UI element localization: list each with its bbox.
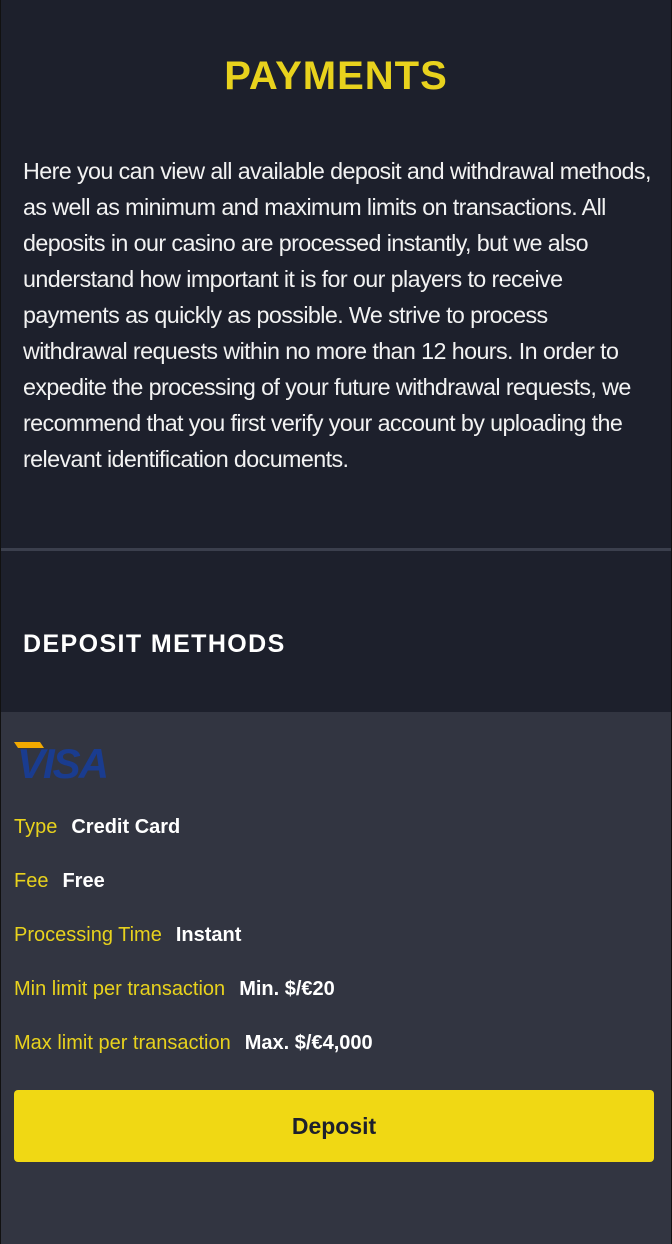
detail-label: Fee: [14, 870, 49, 892]
visa-logo: VISA: [14, 740, 109, 780]
deposit-methods-heading: DEPOSIT METHODS: [23, 630, 286, 658]
payments-page: PAYMENTS Here you can view all available…: [0, 0, 672, 1244]
detail-value: Free: [62, 870, 105, 892]
detail-value: Instant: [175, 924, 242, 946]
detail-label: Min limit per transaction: [14, 978, 226, 1000]
deposit-button[interactable]: Deposit: [14, 1090, 654, 1162]
detail-label: Type: [14, 816, 58, 838]
detail-label: Max limit per transaction: [14, 1032, 231, 1054]
detail-label: Processing Time: [14, 924, 162, 946]
section-divider: [1, 548, 671, 551]
visa-logo-text: VISA: [17, 740, 107, 780]
detail-row-max-limit: Max limit per transaction Max. $/€4,000: [14, 1032, 373, 1055]
detail-value: Max. $/€4,000: [244, 1032, 373, 1054]
detail-row-fee: Fee Free: [14, 870, 105, 893]
detail-row-processing-time: Processing Time Instant: [14, 924, 241, 947]
detail-value: Min. $/€20: [239, 978, 335, 1000]
page-title: PAYMENTS: [224, 54, 448, 98]
detail-row-type: Type Credit Card: [14, 816, 180, 839]
detail-value: Credit Card: [71, 816, 181, 838]
detail-row-min-limit: Min limit per transaction Min. $/€20: [14, 978, 335, 1001]
intro-text: Here you can view all available deposit …: [23, 158, 651, 472]
